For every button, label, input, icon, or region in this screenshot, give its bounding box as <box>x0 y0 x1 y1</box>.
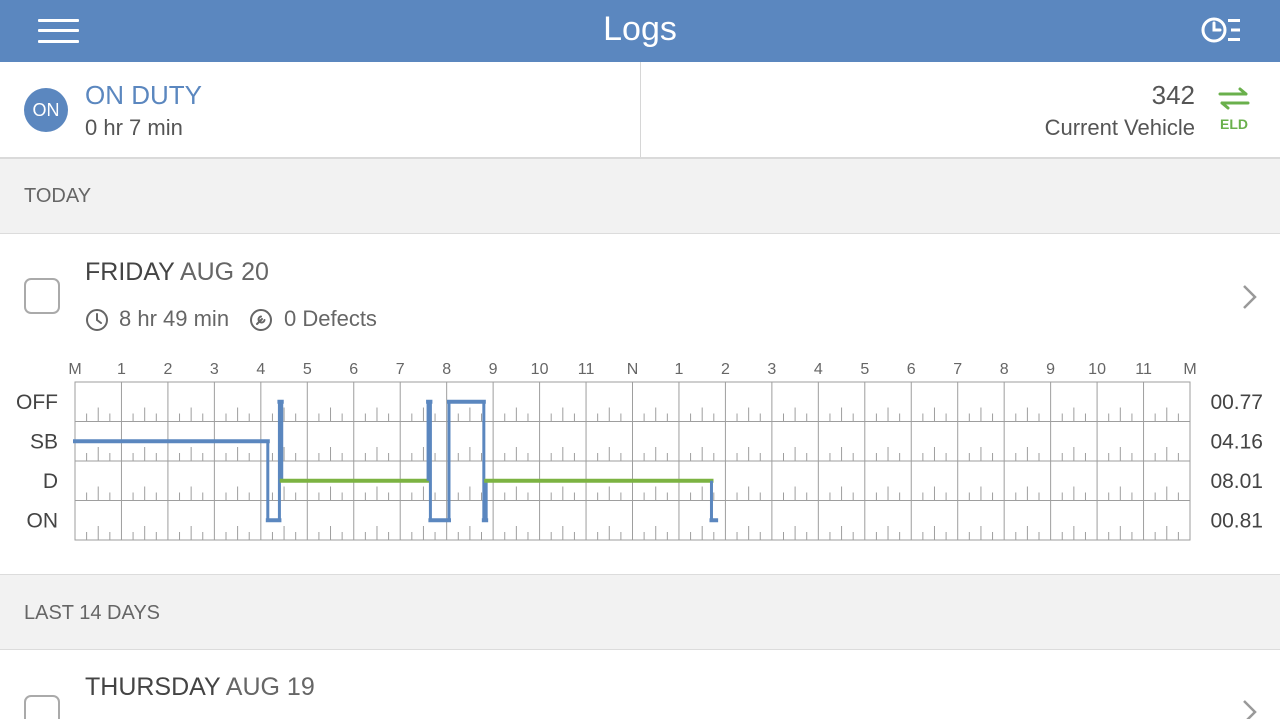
hamburger-line <box>38 29 79 32</box>
log-defects: 0 Defects <box>284 306 377 331</box>
duty-status-badge[interactable]: ON <box>24 88 68 132</box>
log-day-name: FRIDAY <box>85 258 175 286</box>
hour-label: 10 <box>531 361 549 378</box>
hour-label: 2 <box>163 361 172 378</box>
hamburger-menu-icon <box>38 19 79 22</box>
log-day-name: THURSDAY <box>85 673 221 701</box>
wrench-icon <box>250 309 272 331</box>
hour-label: 10 <box>1088 361 1106 378</box>
row-label: ON <box>27 509 59 532</box>
row-total: 00.77 <box>1210 391 1263 414</box>
hour-label: 5 <box>303 361 312 378</box>
app-bar: Logs <box>0 0 1280 62</box>
clock-list-icon <box>1201 17 1240 43</box>
chevron-right-icon <box>1243 285 1257 309</box>
clock-icon <box>86 309 108 331</box>
chevron-right-icon <box>1243 700 1257 719</box>
hour-label: 3 <box>210 361 219 378</box>
hour-label: 5 <box>860 361 869 378</box>
vehicle-label[interactable]: Current Vehicle <box>1045 115 1195 141</box>
hour-label: 4 <box>256 361 265 378</box>
panel-divider <box>640 62 641 157</box>
log-day-date: AUG 19 <box>225 673 315 701</box>
menu-button[interactable] <box>38 17 80 45</box>
status-panel: ON ON DUTY 0 hr 7 min 342 Current Vehicl… <box>0 62 1280 159</box>
log-day-date: AUG 20 <box>179 258 269 286</box>
swap-arrows-icon <box>1218 87 1250 110</box>
log-duration: 8 hr 49 min <box>119 306 230 331</box>
log-day-title: THURSDAY AUG 19 <box>85 673 315 702</box>
log-select-checkbox[interactable] <box>24 695 60 719</box>
row-label: D <box>43 470 58 493</box>
log-select-checkbox[interactable] <box>24 278 60 314</box>
vehicle-number[interactable]: 342 <box>1152 80 1195 111</box>
hos-clock-button[interactable] <box>1198 12 1244 48</box>
hour-label: 8 <box>442 361 451 378</box>
hour-label: M <box>1183 361 1196 378</box>
hour-label: 2 <box>721 361 730 378</box>
hour-label: 1 <box>117 361 126 378</box>
duty-status-duration: 0 hr 7 min <box>85 115 183 140</box>
row-total: 04.16 <box>1210 430 1263 453</box>
hour-label: 11 <box>1135 361 1152 378</box>
row-label: OFF <box>16 391 58 414</box>
duty-status-chart: M 1 2 3 4 5 6 7 8 9 10 11 N 1 2 3 4 5 6 7 8 9 10 11 M OFF SB D ON 0… <box>16 361 1263 541</box>
hour-label: 7 <box>953 361 962 378</box>
hour-label: 9 <box>1046 361 1055 378</box>
page-title: Logs <box>603 10 677 48</box>
section-header-last-14-days: LAST 14 DAYS <box>0 574 1280 650</box>
hour-label: 8 <box>1000 361 1009 378</box>
hour-label: 4 <box>814 361 823 378</box>
hour-label: 6 <box>907 361 916 378</box>
row-total: 00.81 <box>1210 509 1263 532</box>
hour-label: 1 <box>675 361 684 378</box>
eld-button[interactable]: ELD <box>1212 84 1256 138</box>
eld-label: ELD <box>1220 116 1248 132</box>
row-label: SB <box>30 430 58 453</box>
hour-label: 3 <box>767 361 776 378</box>
log-day-title: FRIDAY AUG 20 <box>85 258 269 287</box>
hamburger-line <box>38 40 79 43</box>
duty-status-title[interactable]: ON DUTY <box>85 80 202 111</box>
hour-label: M <box>68 361 81 378</box>
log-card-thursday[interactable]: THURSDAY AUG 19 <box>0 651 1280 719</box>
hour-label: N <box>627 361 639 378</box>
hour-label: 7 <box>396 361 405 378</box>
row-total: 08.01 <box>1210 470 1263 493</box>
hour-label: 11 <box>578 361 595 378</box>
hour-label: 9 <box>489 361 498 378</box>
hour-label: 6 <box>349 361 358 378</box>
section-header-today: TODAY <box>0 159 1280 234</box>
